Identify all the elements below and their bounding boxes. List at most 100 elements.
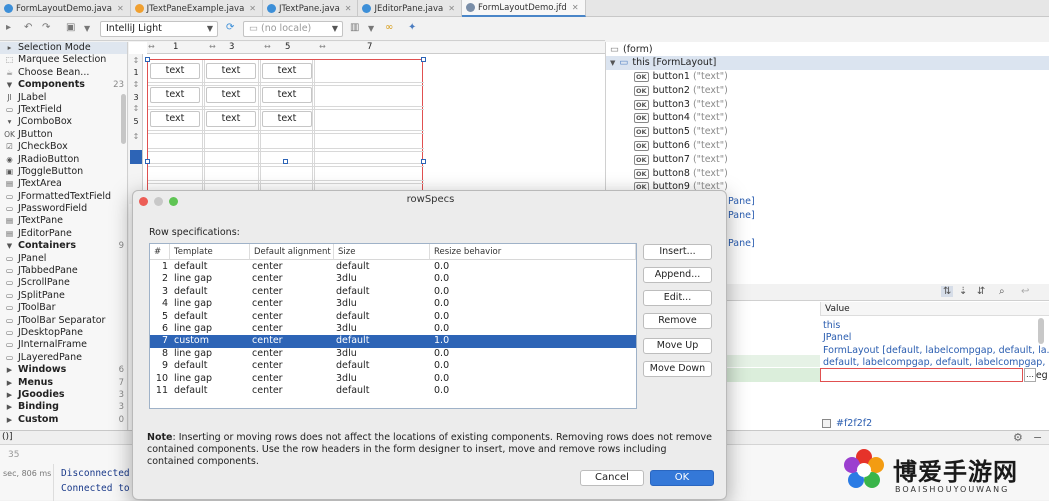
selection-handle[interactable] — [421, 159, 426, 164]
selection-handle[interactable] — [421, 57, 426, 62]
table-column-header[interactable]: # — [150, 244, 170, 260]
column-resize-icon[interactable]: ↔ — [319, 42, 326, 51]
table-row[interactable]: 9 default center default 0.0 — [150, 360, 636, 372]
palette-component[interactable]: ▭ JPasswordField — [0, 203, 127, 215]
property-value[interactable]: JPanel — [823, 332, 851, 343]
palette-component[interactable]: ◉ JRadioButton — [0, 154, 127, 166]
palette-component[interactable]: ▤ JEditorPane — [0, 228, 127, 240]
undo-icon[interactable]: ↶ — [24, 22, 32, 33]
tree-partial-row[interactable]: Pane] — [728, 209, 768, 223]
table-row[interactable]: 4 line gap center 3dlu 0.0 — [150, 298, 636, 310]
selection-handle[interactable] — [145, 159, 150, 164]
palette-category[interactable]: ▼ Containers 9 — [0, 240, 127, 252]
table-row[interactable]: 10 line gap center 3dlu 0.0 — [150, 373, 636, 385]
form-button[interactable]: text — [150, 63, 200, 79]
property-value[interactable]: default, labelcompgap, default, labelcom… — [823, 357, 1049, 368]
insert-button[interactable]: Insert... — [643, 244, 712, 260]
table-column-header[interactable]: Template — [170, 244, 250, 260]
row-resize-icon[interactable]: ↕ — [129, 132, 143, 141]
restore-icon[interactable]: ↩ — [1021, 286, 1029, 297]
sort-icon[interactable]: ⇅ — [941, 286, 954, 297]
gear-icon[interactable]: ⚙ — [1013, 431, 1023, 444]
close-tab-icon[interactable]: ✕ — [448, 4, 455, 13]
property-value[interactable]: this — [823, 320, 840, 331]
selected-row-marker[interactable] — [130, 150, 142, 164]
cursor-icon[interactable]: ▸ — [6, 22, 11, 33]
bean-icon[interactable]: ✦ — [408, 22, 416, 33]
preview-icon[interactable]: ▣ — [66, 22, 75, 33]
locale-combo[interactable]: ▭ (no locale) ▼ — [243, 21, 343, 37]
palette-container[interactable]: ▭ JInternalFrame — [0, 339, 127, 351]
table-row[interactable]: 7 custom center default 1.0 — [150, 335, 636, 348]
tab-item[interactable]: JEditorPane.java ✕ — [358, 0, 462, 17]
palette-container[interactable]: ▭ JScrollPane — [0, 277, 127, 289]
column-resize-icon[interactable]: ↔ — [148, 42, 155, 51]
palette-component[interactable]: ▣ JToggleButton — [0, 166, 127, 178]
column-resize-icon[interactable]: ↔ — [264, 42, 271, 51]
close-tab-icon[interactable]: ✕ — [117, 4, 124, 13]
palette-container[interactable]: ▭ JDesktopPane — [0, 327, 127, 339]
table-row[interactable]: 6 line gap center 3dlu 0.0 — [150, 323, 636, 335]
row-header[interactable]: ↕↕↕↕↕135 — [129, 54, 143, 204]
palette-scrollbar[interactable] — [121, 94, 126, 144]
tab-item[interactable]: JTextPane.java ✕ — [263, 0, 359, 17]
tree-partial-row[interactable]: Pane] — [728, 195, 768, 209]
tree-button-node[interactable]: OK button6 ("text") — [606, 139, 1049, 153]
move-up-button[interactable]: Move Up — [643, 338, 712, 354]
sort-alpha-icon[interactable]: ⇣ — [959, 286, 967, 297]
move-down-button[interactable]: Move Down — [643, 361, 712, 377]
form-button[interactable]: text — [206, 111, 256, 127]
tree-button-node[interactable]: OK button1 ("text") — [606, 70, 1049, 84]
palette-container[interactable]: ▭ JPanel — [0, 253, 127, 265]
palette-tool[interactable]: ▸ Selection Mode — [0, 42, 127, 55]
palette-category[interactable]: ▶ JGoodies 3 — [0, 389, 127, 401]
palette-container[interactable]: ▭ JTabbedPane — [0, 265, 127, 277]
form-button[interactable]: text — [206, 87, 256, 103]
palette-container[interactable]: ▭ JSplitPane — [0, 290, 127, 302]
dropdown-arrow-icon[interactable]: ▼ — [84, 24, 90, 33]
form-panel[interactable]: text text text text text text text text text — [145, 57, 426, 200]
table-row[interactable]: 8 line gap center 3dlu 0.0 — [150, 348, 636, 360]
palette-component[interactable]: ▾ JComboBox — [0, 116, 127, 128]
tab-item[interactable]: FormLayoutDemo.jfd ✕ — [461, 0, 586, 17]
form-button[interactable]: text — [262, 111, 312, 127]
palette-category[interactable]: ▶ Windows 6 — [0, 364, 127, 376]
table-row[interactable]: 3 default center default 0.0 — [150, 286, 636, 298]
close-tab-icon[interactable]: ✕ — [345, 4, 352, 13]
palette-component[interactable]: ☑ JCheckBox — [0, 141, 127, 153]
row-resize-icon[interactable]: ↕ — [129, 104, 143, 113]
filter-icon[interactable]: ⇵ — [977, 286, 985, 297]
palette-tool[interactable]: ⬚ Marquee Selection — [0, 54, 127, 66]
search-icon[interactable]: ⌕ — [999, 286, 1005, 297]
row-resize-icon[interactable]: ↕ — [129, 56, 143, 65]
form-button[interactable]: text — [150, 111, 200, 127]
column-header[interactable]: ↔ ↔ ↔ ↔ 1 3 5 7 — [147, 42, 605, 54]
palette-component[interactable]: OK JButton — [0, 129, 127, 141]
tree-button-node[interactable]: OK button2 ("text") — [606, 84, 1049, 98]
rowspecs-field[interactable] — [820, 368, 1023, 382]
table-row[interactable]: 11 default center default 0.0 — [150, 385, 636, 397]
selection-handle[interactable] — [145, 57, 150, 62]
refresh-icon[interactable]: ⟳ — [226, 22, 234, 33]
tree-this-node[interactable]: ▼ ▭ this [FormLayout] — [606, 56, 1049, 70]
tab-item[interactable]: JTextPaneExample.java ✕ — [131, 0, 263, 17]
minimize-icon[interactable]: − — [1033, 431, 1042, 444]
form-button[interactable]: text — [262, 87, 312, 103]
tree-button-node[interactable]: OK button8 ("text") — [606, 167, 1049, 181]
tree-button-node[interactable]: OK button3 ("text") — [606, 98, 1049, 112]
table-column-header[interactable]: Default alignment — [250, 244, 334, 260]
palette-container[interactable]: ▭ JToolBar Separator — [0, 315, 127, 327]
form-button[interactable]: text — [262, 63, 312, 79]
form-button[interactable]: text — [206, 63, 256, 79]
table-row[interactable]: 2 line gap center 3dlu 0.0 — [150, 273, 636, 285]
append-button[interactable]: Append... — [643, 267, 712, 283]
row-resize-icon[interactable]: ↕ — [129, 80, 143, 89]
column-resize-icon[interactable]: ↔ — [209, 42, 216, 51]
palette-component[interactable]: ▤ JTextArea — [0, 178, 127, 190]
table-column-header[interactable]: Size — [334, 244, 430, 260]
tree-partial-row[interactable]: Pane] — [728, 237, 768, 251]
property-value[interactable]: FormLayout [default, labelcompgap, defau… — [823, 345, 1049, 356]
palette-component[interactable]: ▭ JFormattedTextField — [0, 191, 127, 203]
table-row[interactable]: 5 default center default 0.0 — [150, 311, 636, 323]
tree-button-node[interactable]: OK button7 ("text") — [606, 153, 1049, 167]
